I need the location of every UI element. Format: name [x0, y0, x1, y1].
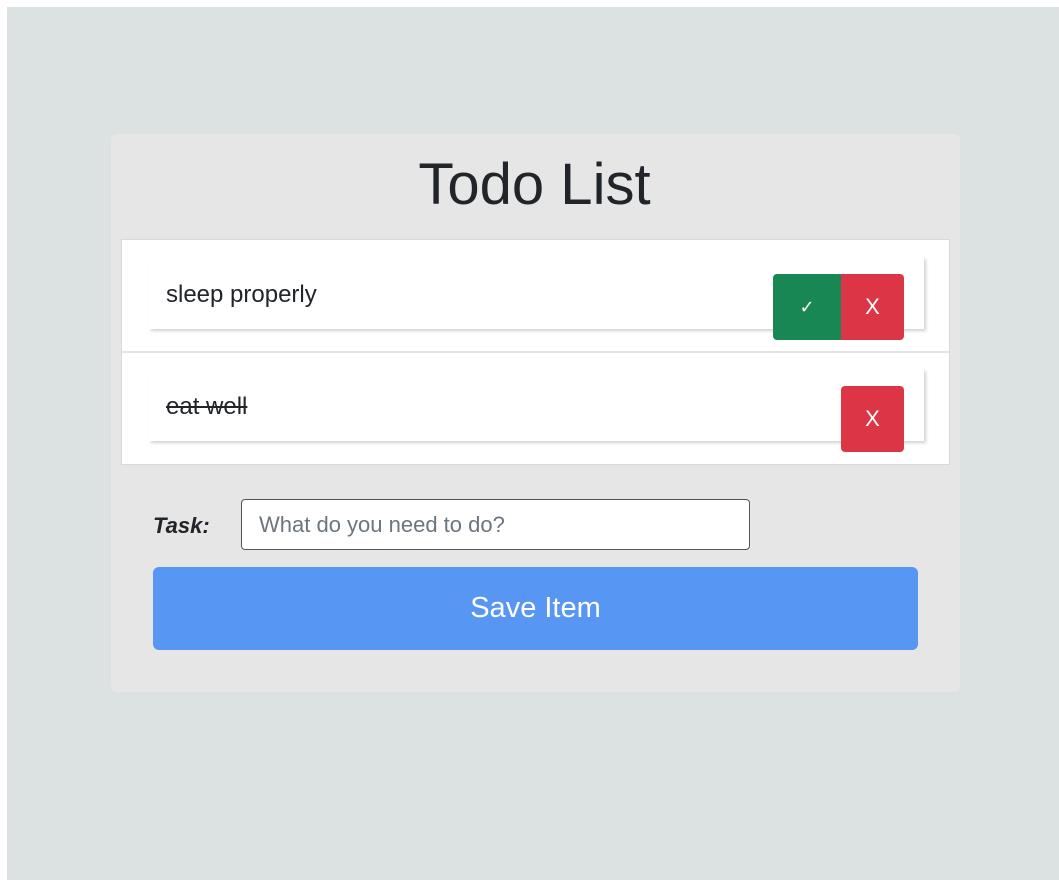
page-title: Todo List [418, 152, 651, 217]
todo-item-text: sleep properly [166, 281, 317, 308]
row-divider [122, 351, 949, 353]
check-icon: ✓ [799, 296, 815, 317]
task-label: Task: [153, 513, 210, 538]
complete-button[interactable]: ✓ [773, 274, 841, 340]
todo-item-text-completed: eat well [166, 393, 248, 420]
delete-button[interactable]: X [841, 386, 904, 452]
todo-list: sleep properly ✓ X eat well X [121, 239, 950, 465]
task-input[interactable] [241, 499, 750, 550]
delete-button[interactable]: X [841, 274, 904, 340]
todo-item: sleep properly ✓ X [149, 257, 924, 340]
todo-item: eat well X [149, 369, 924, 452]
save-item-button[interactable]: Save Item [153, 567, 918, 650]
